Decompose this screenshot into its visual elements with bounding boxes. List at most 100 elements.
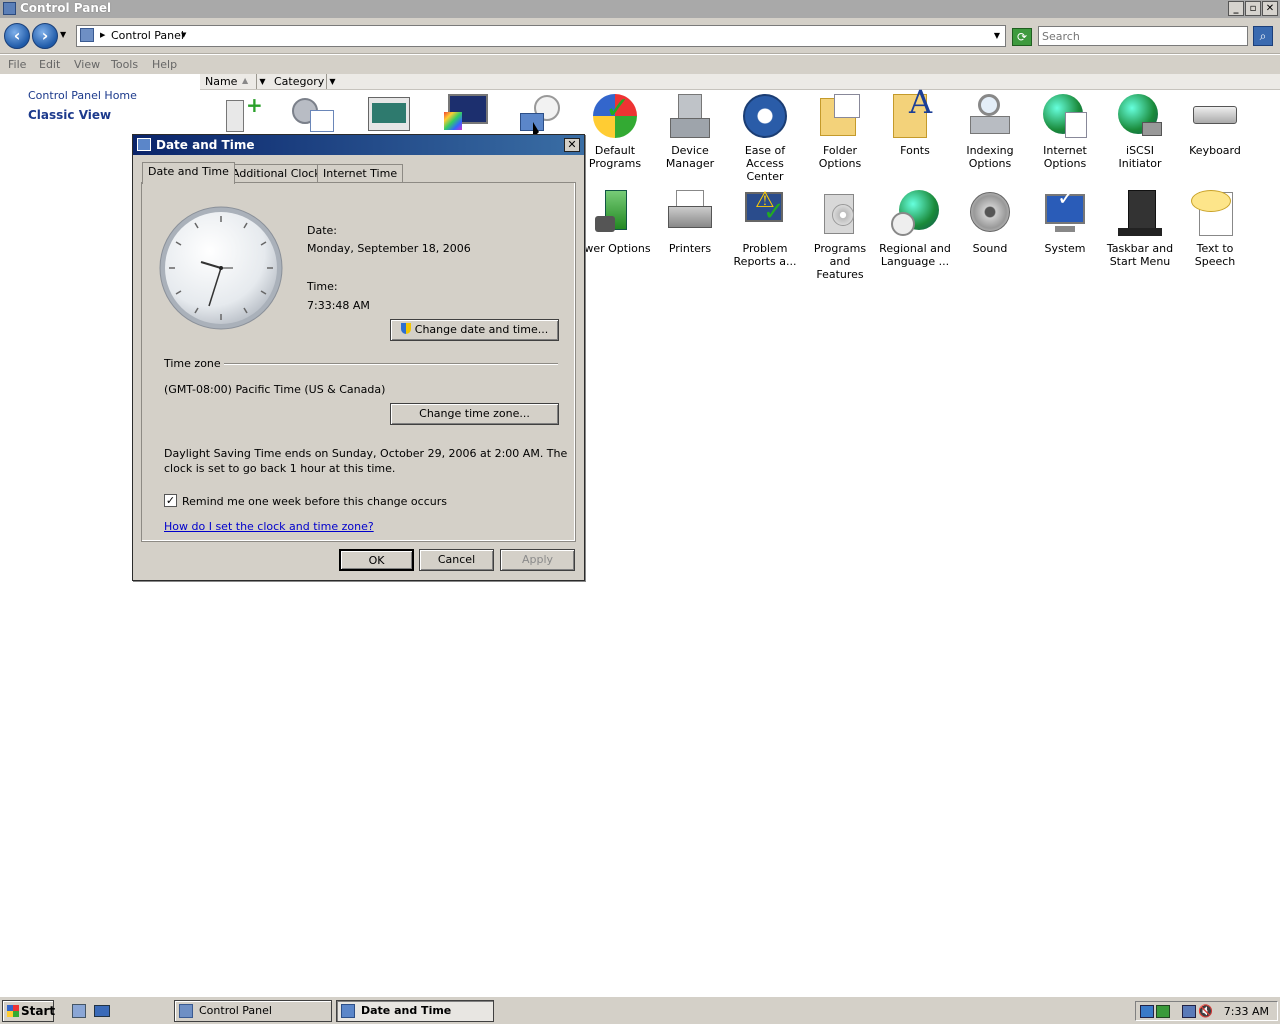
taskbar-and-start-menu-icon: [1116, 190, 1164, 238]
tab-panel: Date: Monday, September 18, 2006 Time: 7…: [141, 182, 576, 542]
folder-icon: [80, 28, 94, 42]
remind-checkbox-label[interactable]: Remind me one week before this change oc…: [182, 495, 447, 508]
breadcrumb-arrow-icon[interactable]: ▶: [100, 31, 105, 39]
dst-info-line2: clock is set to go back 1 hour at this t…: [164, 462, 396, 475]
color-management-icon[interactable]: [442, 94, 490, 132]
internet-options-icon: [1041, 92, 1089, 140]
breadcrumb-dropdown-icon[interactable]: ▼: [181, 31, 186, 39]
recent-pages-dropdown-icon[interactable]: ▼: [60, 30, 66, 39]
taskbar-and-start-menu-item[interactable]: Taskbar and Start Menu: [1103, 190, 1177, 268]
column-name[interactable]: Name: [205, 75, 237, 88]
power-options-icon: [591, 190, 639, 238]
menu-bar: File Edit View Tools Help: [0, 55, 1280, 74]
indexing-options-icon: [966, 92, 1014, 140]
minimize-button[interactable]: _: [1228, 1, 1244, 16]
administrative-tools-icon[interactable]: [292, 96, 338, 132]
ease-of-access-item[interactable]: Ease of Access Center: [728, 92, 802, 183]
search-icon[interactable]: ⌕: [1253, 26, 1273, 46]
tab-date-and-time[interactable]: Date and Time: [142, 162, 235, 184]
control-panel-home-link[interactable]: Control Panel Home: [28, 89, 137, 102]
network-tray-icon[interactable]: [1140, 1005, 1154, 1018]
quick-launch-cube-icon[interactable]: [72, 1004, 86, 1018]
date-value: Monday, September 18, 2006: [307, 242, 471, 255]
window-title: Control Panel: [20, 1, 112, 15]
search-input[interactable]: [1039, 27, 1247, 45]
task-control-panel[interactable]: Control Panel: [174, 1000, 332, 1022]
help-link[interactable]: How do I set the clock and time zone?: [164, 520, 374, 533]
task-date-and-time[interactable]: Date and Time: [336, 1000, 494, 1022]
time-zone-value: (GMT-08:00) Pacific Time (US & Canada): [164, 383, 386, 396]
menu-help[interactable]: Help: [152, 58, 177, 71]
dialog-title-bar[interactable]: Date and Time ✕: [133, 135, 584, 155]
search-box[interactable]: [1038, 26, 1248, 46]
sort-ascending-icon: ▲: [242, 76, 249, 85]
programs-and-features-icon: [816, 190, 864, 238]
iscsi-initiator-icon: [1116, 92, 1164, 140]
menu-edit[interactable]: Edit: [39, 58, 60, 71]
internet-options-item[interactable]: Internet Options: [1028, 92, 1102, 170]
problem-reports-icon: ⚠ ✓: [741, 190, 789, 238]
taskbar-clock[interactable]: 7:33 AM: [1224, 1005, 1269, 1018]
analog-clock: [159, 206, 283, 330]
address-dropdown-icon[interactable]: ▼: [994, 31, 1000, 40]
column-category[interactable]: Category: [274, 75, 324, 88]
maximize-button[interactable]: ▫: [1245, 1, 1261, 16]
regional-and-language-item[interactable]: Regional and Language ...: [878, 190, 952, 268]
text-to-speech-item[interactable]: Text to Speech: [1178, 190, 1252, 268]
device-manager-item[interactable]: Device Manager: [653, 92, 727, 170]
start-button[interactable]: Start: [2, 1000, 55, 1022]
folder-options-item[interactable]: Folder Options: [803, 92, 877, 170]
address-toolbar: ‹ › ▼ ▶ Control Panel ▼ ▼ ⟳ ⌕: [0, 18, 1280, 54]
time-zone-heading: Time zone: [164, 357, 221, 370]
printers-icon: [666, 190, 714, 238]
problem-reports-item[interactable]: ⚠ ✓ Problem Reports a...: [728, 190, 802, 269]
dialog-close-button[interactable]: ✕: [564, 138, 580, 152]
classic-view-link[interactable]: Classic View: [28, 108, 111, 122]
column-name-dropdown[interactable]: ▼: [256, 74, 268, 89]
window-title-bar[interactable]: Control Panel _ ▫ ✕: [0, 0, 1280, 18]
breadcrumb-control-panel[interactable]: Control Panel: [111, 29, 184, 42]
menu-tools[interactable]: Tools: [111, 58, 138, 71]
column-category-dropdown[interactable]: ▼: [326, 74, 338, 89]
time-zone-divider: [224, 363, 558, 365]
cancel-button[interactable]: Cancel: [419, 549, 494, 571]
close-button[interactable]: ✕: [1262, 1, 1278, 16]
volume-muted-icon[interactable]: 🔇: [1198, 1004, 1213, 1018]
menu-file[interactable]: File: [8, 58, 26, 71]
security-tray-icon[interactable]: [1156, 1005, 1170, 1018]
text-to-speech-icon: [1191, 190, 1239, 238]
menu-view[interactable]: View: [74, 58, 100, 71]
date-and-time-icon[interactable]: [518, 95, 564, 133]
control-panel-task-icon: [179, 1004, 193, 1018]
forward-button[interactable]: ›: [32, 23, 58, 49]
fonts-item[interactable]: A Fonts: [878, 86, 952, 157]
remind-checkbox[interactable]: ✓: [164, 494, 177, 507]
iscsi-initiator-item[interactable]: iSCSI Initiator: [1103, 92, 1177, 170]
add-hardware-icon[interactable]: +: [222, 95, 263, 132]
address-bar[interactable]: ▶ Control Panel ▼ ▼: [76, 25, 1006, 47]
apply-button[interactable]: Apply: [500, 549, 575, 571]
tab-internet-time[interactable]: Internet Time: [317, 164, 404, 183]
monitor-tray-icon[interactable]: [1182, 1005, 1196, 1018]
system-item[interactable]: ✓ System: [1028, 188, 1102, 256]
keyboard-item[interactable]: Keyboard: [1178, 92, 1252, 157]
ease-of-access-icon: [741, 92, 789, 140]
fonts-icon: A: [891, 86, 939, 140]
backup-and-restore-icon[interactable]: [368, 97, 414, 133]
system-tray: 🔇 7:33 AM: [1135, 1001, 1278, 1021]
default-programs-icon: ✓: [591, 92, 639, 140]
system-icon: ✓: [1041, 188, 1089, 238]
default-programs-item[interactable]: ✓ Default Programs: [578, 92, 652, 171]
sound-item[interactable]: Sound: [953, 190, 1027, 255]
refresh-icon[interactable]: ⟳: [1012, 28, 1032, 46]
column-header: Name ▲ ▼ Category ▼: [200, 74, 1280, 90]
indexing-options-item[interactable]: Indexing Options: [953, 92, 1027, 170]
change-date-and-time-button[interactable]: Change date and time...: [390, 319, 559, 341]
ok-button[interactable]: OK: [339, 549, 414, 571]
power-options-item[interactable]: Power Options: [571, 190, 652, 255]
printers-item[interactable]: Printers: [653, 190, 727, 255]
back-button[interactable]: ‹: [4, 23, 30, 49]
show-desktop-icon[interactable]: [94, 1005, 110, 1017]
programs-and-features-item[interactable]: Programs and Features: [803, 190, 877, 281]
change-time-zone-button[interactable]: Change time zone...: [390, 403, 559, 425]
